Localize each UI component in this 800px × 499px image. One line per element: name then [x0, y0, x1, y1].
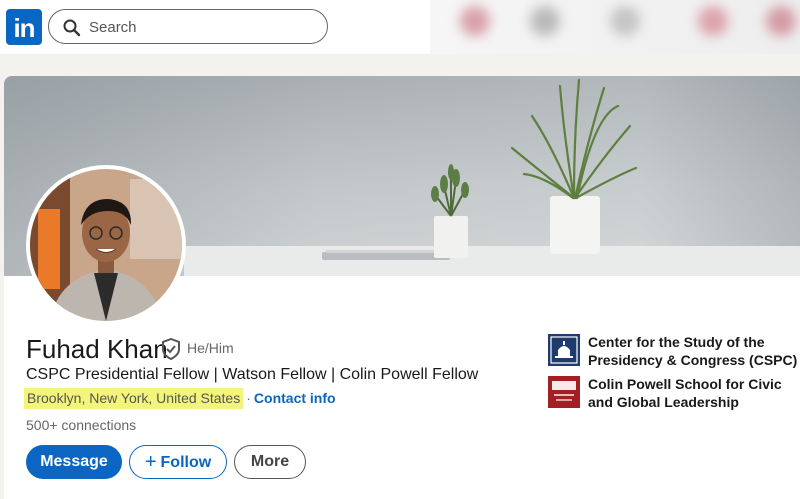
nav-home-icon[interactable] — [460, 6, 490, 36]
top-navigation: in — [0, 0, 800, 54]
plus-icon: + — [144, 451, 157, 473]
profile-card: Fuhad Khan He/Him CSPC Presidential Fell… — [4, 76, 800, 499]
separator-dot: · — [246, 390, 251, 406]
profile-headline: CSPC Presidential Fellow | Watson Fellow… — [26, 366, 479, 383]
nav-messaging-icon[interactable] — [698, 6, 728, 36]
follow-label: Follow — [160, 454, 212, 471]
nav-jobs-icon[interactable] — [610, 6, 640, 36]
nav-network-icon[interactable] — [530, 6, 560, 36]
profile-pronouns: He/Him — [187, 340, 234, 356]
profile-avatar[interactable] — [30, 169, 182, 321]
linkedin-logo[interactable]: in — [6, 9, 42, 45]
verified-shield-icon[interactable] — [161, 338, 181, 360]
location-row: Brooklyn, New York, United States · Contac… — [24, 388, 336, 409]
search-input[interactable] — [89, 16, 309, 38]
profile-location: Brooklyn, New York, United States — [24, 388, 244, 409]
nav-notifications-icon[interactable] — [766, 6, 796, 36]
ccny-logo-icon — [548, 376, 580, 408]
connections-count[interactable]: 500+ connections — [26, 417, 136, 433]
search-bar[interactable] — [48, 9, 328, 44]
capitol-logo-icon — [548, 334, 580, 366]
profile-name: Fuhad Khan — [26, 334, 168, 364]
org-name-colin-powell: Colin Powell School for Civic and Global… — [588, 376, 782, 410]
contact-info-link[interactable]: Contact info — [254, 390, 336, 406]
follow-button[interactable]: + Follow — [129, 445, 227, 479]
search-icon — [63, 19, 81, 37]
org-name-cspc: Center for the Study of the Presidency &… — [588, 334, 798, 368]
nav-icons-blurred — [430, 0, 800, 54]
message-button[interactable]: Message — [26, 445, 122, 479]
more-button[interactable]: More — [234, 445, 306, 479]
